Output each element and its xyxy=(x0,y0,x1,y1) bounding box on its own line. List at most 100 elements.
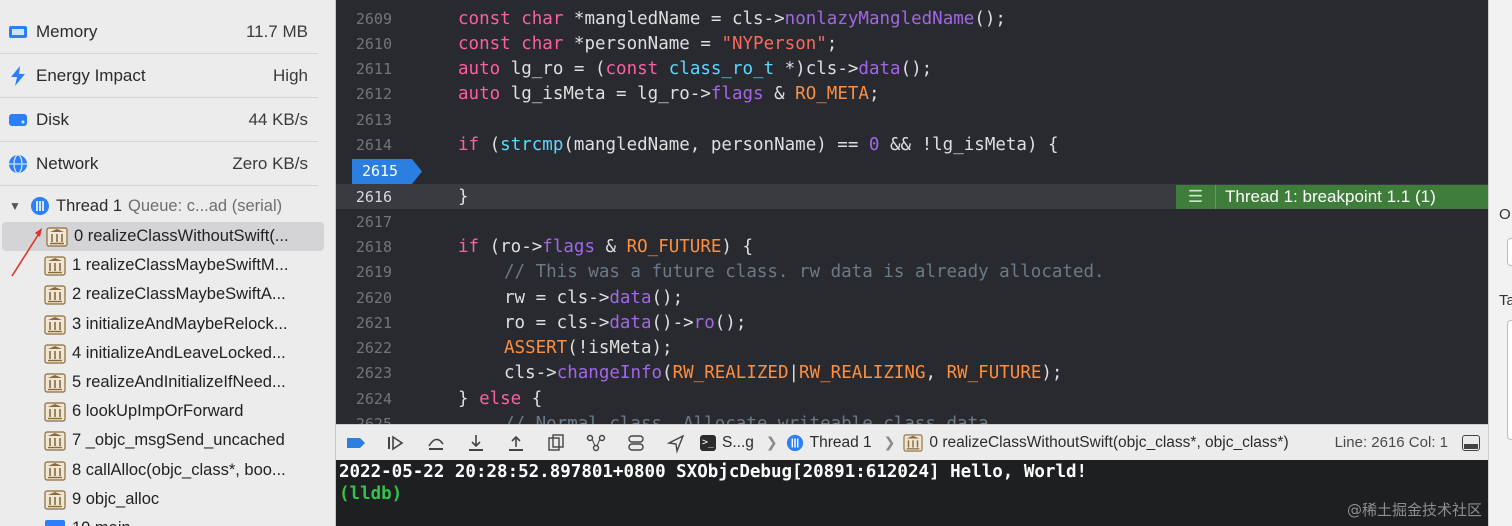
stack-frame-row[interactable]: 4 initializeAndLeaveLocked... xyxy=(0,339,322,368)
breakpoint-line-number: 2615 xyxy=(361,162,399,180)
memory-graph-icon[interactable] xyxy=(576,425,616,461)
inspector-label: Ta xyxy=(1499,292,1512,309)
view-hierarchy-icon[interactable] xyxy=(536,425,576,461)
code-line[interactable] xyxy=(336,159,1488,184)
stack-frame-row[interactable]: 1 realizeClassMaybeSwiftM... xyxy=(0,251,322,280)
gauge-disk[interactable]: Disk 44 KB/s xyxy=(0,98,318,142)
stack-frame-row[interactable]: 2 realizeClassMaybeSwiftA... xyxy=(0,280,322,309)
breakpoint-stop-banner[interactable]: ☰ Thread 1: breakpoint 1.1 (1) xyxy=(1176,185,1488,209)
stack-frame-icon xyxy=(44,430,66,451)
stack-frame-label: 4 initializeAndLeaveLocked... xyxy=(72,344,286,362)
code-line[interactable]: 2624 } else { xyxy=(336,386,1488,411)
code-line[interactable]: 2619 // This was a future class. rw data… xyxy=(336,259,1488,284)
stack-frame-icon xyxy=(44,460,66,481)
stack-frame-icon xyxy=(903,433,923,452)
code-text: const char *personName = "NYPerson"; xyxy=(458,33,838,54)
code-line[interactable]: 2613 xyxy=(336,107,1488,132)
code-text: auto lg_ro = (const class_ro_t *)cls->da… xyxy=(458,58,933,79)
code-line[interactable]: 2621 ro = cls->data()->ro(); xyxy=(336,310,1488,335)
code-line[interactable]: 2612 auto lg_isMeta = lg_ro->flags & RO_… xyxy=(336,81,1488,106)
lightning-bolt-icon xyxy=(0,65,36,86)
code-text: if (ro->flags & RO_FUTURE) { xyxy=(458,236,754,257)
code-line[interactable]: 2625 // Normal class. Allocate writeable… xyxy=(336,411,1488,425)
stack-frame-label: 6 lookUpImpOrForward xyxy=(72,402,244,420)
gauge-label: Memory xyxy=(36,21,98,41)
stack-frame-icon xyxy=(44,372,66,393)
gauge-energy[interactable]: Energy Impact High xyxy=(0,54,318,98)
code-line[interactable]: 2618 if (ro->flags & RO_FUTURE) { xyxy=(336,234,1488,259)
code-line[interactable]: 2623 cls->changeInfo(RW_REALIZED|RW_REAL… xyxy=(336,360,1488,385)
stack-frame-row[interactable]: 0 realizeClassWithoutSwift(... xyxy=(2,222,324,251)
disk-icon xyxy=(0,112,36,128)
step-over-icon[interactable] xyxy=(416,425,456,461)
gauge-network[interactable]: Network Zero KB/s xyxy=(0,142,318,186)
thread-name: Thread 1 xyxy=(56,196,123,215)
simulate-location-icon[interactable] xyxy=(656,425,696,461)
line-number: 2614 xyxy=(355,135,392,154)
line-col-indicator: Line: 2616 Col: 1 xyxy=(1334,434,1448,451)
code-comment: // This was a future class. rw data is a… xyxy=(504,261,1105,282)
debug-console[interactable]: 2022-05-22 20:28:52.897801+0800 SXObjcDe… xyxy=(336,460,1488,526)
code-line[interactable]: 2622 ASSERT(!isMeta); xyxy=(336,335,1488,360)
code-line[interactable]: 2617 xyxy=(336,209,1488,234)
environment-overrides-icon[interactable] xyxy=(616,425,656,461)
chevron-right-icon: ❯ xyxy=(883,434,896,450)
code-text: } else { xyxy=(458,388,543,409)
inspector-field[interactable] xyxy=(1507,320,1512,440)
thread-queue: Queue: c...ad (serial) xyxy=(128,196,283,215)
stack-frame-label: 9 objc_alloc xyxy=(72,490,160,508)
stack-frame-row[interactable]: 8 callAlloc(objc_class*, boo... xyxy=(0,456,322,485)
breadcrumb: >_ S...g ❯ Thread 1 ❯ 0 realizeClassWith… xyxy=(700,434,1289,452)
line-number: 2612 xyxy=(355,84,392,103)
lldb-prompt[interactable]: (lldb) xyxy=(339,484,402,504)
breadcrumb-process[interactable]: S...g xyxy=(722,434,754,452)
line-number: 2622 xyxy=(355,338,392,357)
code-text: ro = cls->data()->ro(); xyxy=(504,312,747,333)
stack-frame-row[interactable]: 9 objc_alloc xyxy=(0,485,322,514)
thread-row[interactable]: ▼ Thread 1 Queue: c...ad (serial) xyxy=(0,192,335,220)
gauge-value: High xyxy=(273,65,308,85)
watermark: @稀土掘金技术社区 xyxy=(1346,501,1482,519)
step-out-icon[interactable] xyxy=(496,425,536,461)
stack-frame-row[interactable]: 10 main xyxy=(0,514,322,526)
gauge-value: 44 KB/s xyxy=(248,109,308,129)
step-into-icon[interactable] xyxy=(456,425,496,461)
thread-icon xyxy=(786,434,803,451)
gauge-label: Energy Impact xyxy=(36,65,146,85)
stack-frame-icon xyxy=(44,343,66,364)
hamburger-lines-icon[interactable]: ☰ xyxy=(1176,185,1216,209)
chevron-down-icon[interactable]: ▼ xyxy=(0,199,30,213)
terminal-icon: >_ xyxy=(700,434,716,451)
stack-frame-icon xyxy=(46,226,68,247)
code-line[interactable]: 2610 const char *personName = "NYPerson"… xyxy=(336,31,1488,56)
code-comment: // Normal class. Allocate writeable clas… xyxy=(504,413,1000,425)
stack-frame-label: 7 _objc_msgSend_uncached xyxy=(72,431,285,449)
code-text: auto lg_isMeta = lg_ro->flags & RO_META; xyxy=(458,83,880,104)
gauge-value: 11.7 MB xyxy=(245,21,308,41)
code-line[interactable]: 2611 auto lg_ro = (const class_ro_t *)cl… xyxy=(336,56,1488,81)
source-editor[interactable]: 2609 const char *mangledName = cls->nonl… xyxy=(336,0,1488,424)
annotation-arrow-icon xyxy=(11,228,42,277)
stack-frame-row[interactable]: 7 _objc_msgSend_uncached xyxy=(0,426,322,455)
code-line[interactable]: 2614 if (strcmp(mangledName, personName)… xyxy=(336,132,1488,157)
stack-frame-row[interactable]: 6 lookUpImpOrForward xyxy=(0,397,322,426)
inspector-panel: O Ta xyxy=(1488,0,1512,526)
code-line[interactable]: 2609 const char *mangledName = cls->nonl… xyxy=(336,6,1488,31)
stack-frame-label: 10 main xyxy=(72,519,131,526)
continue-icon[interactable] xyxy=(376,425,416,461)
breadcrumb-frame[interactable]: 0 realizeClassWithoutSwift(objc_class*, … xyxy=(929,434,1288,452)
code-text: cls->changeInfo(RW_REALIZED|RW_REALIZING… xyxy=(504,362,1063,383)
line-number: 2620 xyxy=(355,288,392,307)
hide-debug-area-icon[interactable] xyxy=(1462,434,1480,451)
breadcrumb-thread[interactable]: Thread 1 xyxy=(810,434,872,452)
debug-bar: >_ S...g ❯ Thread 1 ❯ 0 realizeClassWith… xyxy=(336,424,1488,460)
breakpoints-toggle-icon[interactable] xyxy=(336,425,376,461)
gauge-memory[interactable]: Memory 11.7 MB xyxy=(0,10,318,54)
code-text: ASSERT(!isMeta); xyxy=(504,337,673,358)
inspector-field[interactable] xyxy=(1507,238,1512,266)
stack-frame-label: 0 realizeClassWithoutSwift(... xyxy=(74,227,289,245)
gauge-value: Zero KB/s xyxy=(232,153,308,173)
stack-frame-row[interactable]: 5 realizeAndInitializeIfNeed... xyxy=(0,368,322,397)
stack-frame-row[interactable]: 3 initializeAndMaybeRelock... xyxy=(0,310,322,339)
code-line[interactable]: 2620 rw = cls->data(); xyxy=(336,285,1488,310)
